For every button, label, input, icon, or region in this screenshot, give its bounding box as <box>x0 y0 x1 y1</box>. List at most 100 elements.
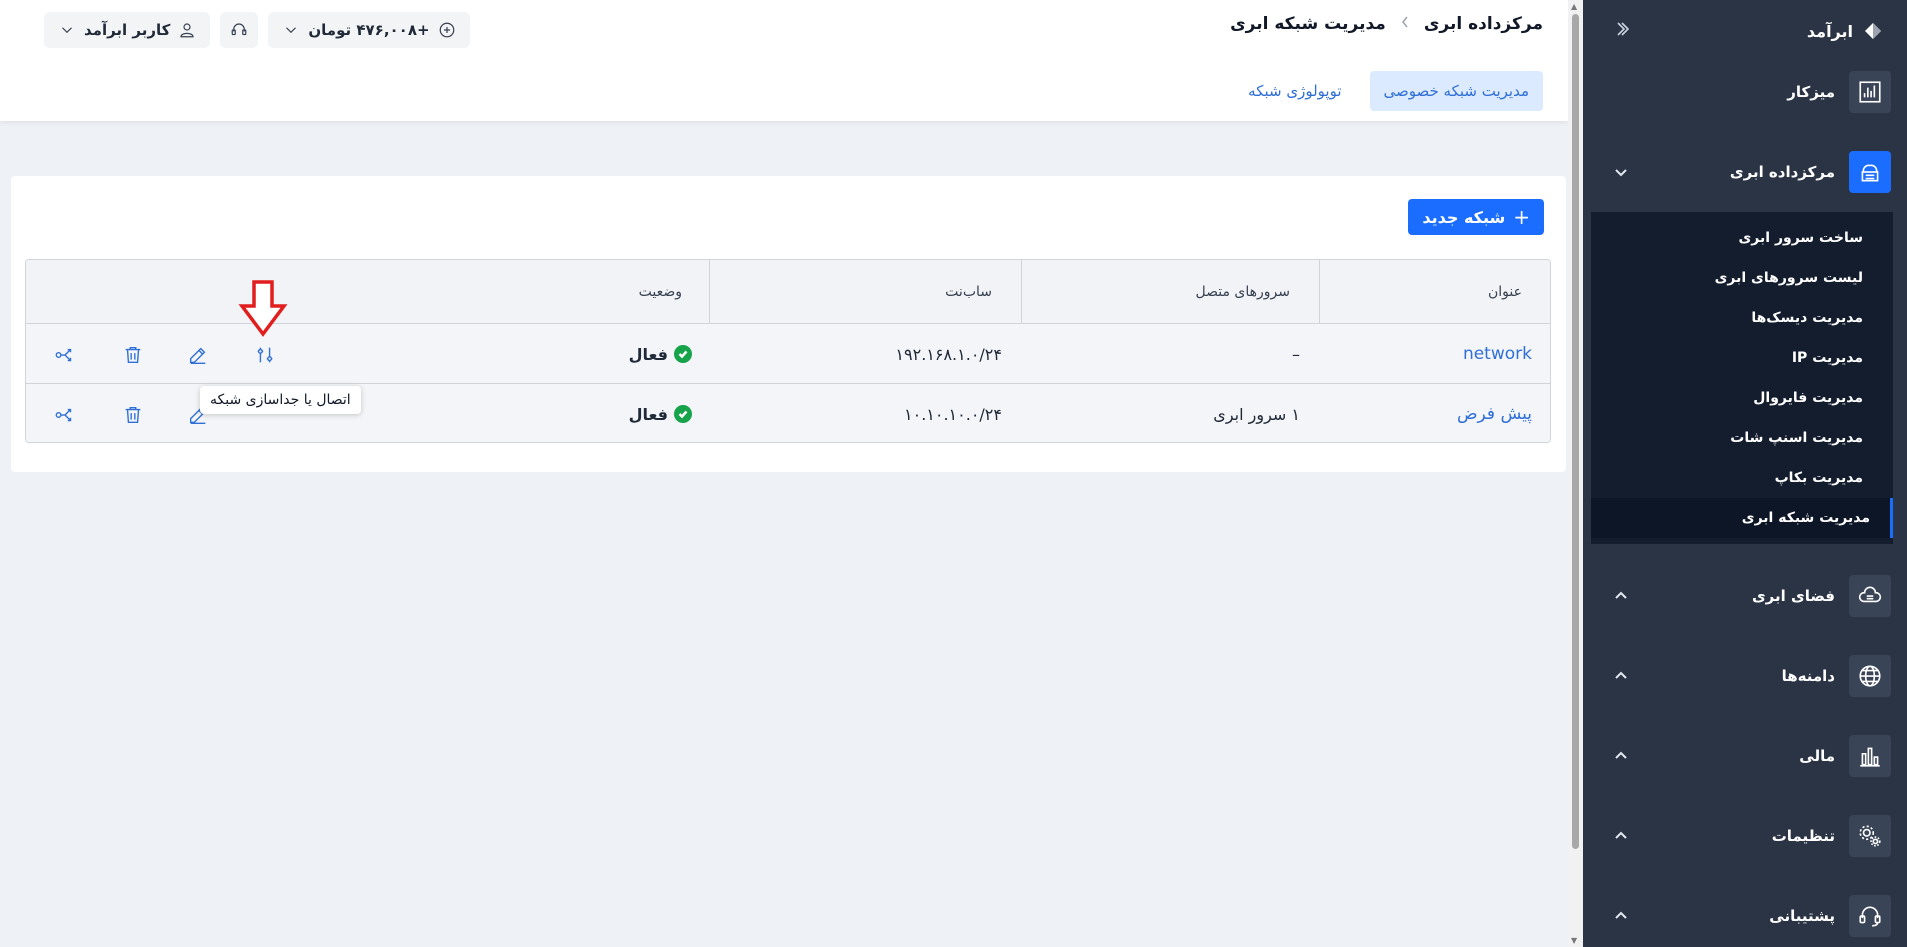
balance-label: +۴۷۶,۰۰۸ تومان <box>308 21 430 39</box>
top-tools: کاربر ابرآمد +۴۷۶,۰۰۸ تومان <box>44 12 470 48</box>
headset-icon <box>1849 895 1891 937</box>
logo-icon <box>1865 23 1881 39</box>
scroll-up-arrow-icon[interactable]: ▲ <box>1571 2 1577 11</box>
cloud-datacenter-submenu: ساخت سرور ابری لیست سرورهای ابری مدیریت … <box>1591 212 1893 544</box>
sidebar-header: ابرآمد <box>1583 0 1907 62</box>
submenu-disks[interactable]: مدیریت دیسک‌ها <box>1591 298 1893 338</box>
support-button[interactable] <box>220 12 259 48</box>
share-icon <box>55 408 72 422</box>
check-circle-icon <box>674 345 692 363</box>
sidebar-item-cloud-space[interactable]: فضای ابری <box>1583 566 1907 626</box>
chevron-up-icon[interactable] <box>1613 668 1629 684</box>
gears-icon <box>1849 815 1891 857</box>
subnet-value: ۱۰.۱۰.۱۰.۰/۲۴ <box>904 404 1002 424</box>
submenu-backup[interactable]: مدیریت بکاپ <box>1591 458 1893 498</box>
add-circle-icon <box>439 22 454 38</box>
column-subnet: ساب‌نت <box>945 284 992 300</box>
chevron-left-icon <box>1400 15 1410 33</box>
delete-button[interactable] <box>122 404 144 426</box>
sidebar-item-label: پشتیبانی <box>1769 907 1835 925</box>
sidebar-item-label: فضای ابری <box>1751 587 1835 605</box>
column-divider <box>709 260 710 324</box>
status-text: فعال <box>628 344 668 364</box>
connected-servers: – <box>1292 344 1300 364</box>
submenu-ip[interactable]: مدیریت IP <box>1591 338 1893 378</box>
breadcrumb-root[interactable]: مرکزداده ابری <box>1424 14 1543 34</box>
submenu-firewall[interactable]: مدیریت فایروال <box>1591 378 1893 418</box>
submenu-create-server[interactable]: ساخت سرور ابری <box>1591 218 1893 258</box>
sidebar-item-label: تنظیمات <box>1771 827 1835 845</box>
new-network-label: شبکه جدید <box>1422 207 1506 227</box>
bar-chart-icon <box>1849 735 1891 777</box>
sidebar-item-label: میزکار <box>1787 83 1835 101</box>
sidebar-item-support[interactable]: پشتیبانی <box>1583 886 1907 946</box>
top-bar: مرکزداده ابری مدیریت شبکه ابری کاربر ابر… <box>0 0 1568 121</box>
collapse-sidebar-icon[interactable] <box>1613 19 1631 43</box>
status-badge: فعال <box>628 384 692 442</box>
sidebar-item-label: دامنه‌ها <box>1781 667 1835 685</box>
check-circle-icon <box>674 405 692 423</box>
sidebar-item-label: مرکزداده ابری <box>1729 163 1835 181</box>
delete-button[interactable] <box>122 344 144 366</box>
share-network-button[interactable] <box>54 404 76 426</box>
column-status: وضعیت <box>638 284 682 300</box>
sidebar-item-settings[interactable]: تنظیمات <box>1583 806 1907 866</box>
main-content: مرکزداده ابری مدیریت شبکه ابری کاربر ابر… <box>0 0 1568 947</box>
cloud-storage-icon <box>1849 575 1891 617</box>
status-badge: فعال <box>629 324 692 384</box>
share-network-button[interactable] <box>54 344 76 366</box>
sidebar-item-domains[interactable]: دامنه‌ها <box>1583 646 1907 706</box>
chevron-up-icon[interactable] <box>1613 828 1629 844</box>
sidebar-item-finance[interactable]: مالی <box>1583 726 1907 786</box>
tab-bar: مدیریت شبکه خصوصی توپولوژی شبکه <box>1234 71 1543 111</box>
cloud-datacenter-icon <box>1849 151 1891 193</box>
balance-button[interactable]: +۴۷۶,۰۰۸ تومان <box>268 12 470 48</box>
tooltip: اتصال یا جداسازی شبکه <box>200 386 361 414</box>
sidebar: ابرآمد میزکار مرکزداده ابری ساخت سرور اب… <box>1583 0 1907 947</box>
trash-icon <box>125 346 141 364</box>
chevron-down-icon <box>62 27 72 34</box>
chevron-down-icon <box>286 27 297 34</box>
column-divider <box>1021 260 1022 324</box>
scroll-thumb[interactable] <box>1572 14 1579 849</box>
status-text: فعال <box>628 404 668 424</box>
sidebar-item-cloud-datacenter[interactable]: مرکزداده ابری <box>1583 142 1907 202</box>
page-scrollbar[interactable]: ▲ ▼ <box>1568 0 1583 947</box>
chevron-up-icon[interactable] <box>1613 908 1629 924</box>
subnet-value: ۱۹۲.۱۶۸.۱.۰/۲۴ <box>895 344 1002 364</box>
share-icon <box>55 348 72 362</box>
breadcrumb: مرکزداده ابری مدیریت شبکه ابری <box>1230 14 1543 34</box>
submenu-snapshot[interactable]: مدیریت اسنپ شات <box>1591 418 1893 458</box>
red-arrow-annotation-icon <box>238 280 288 337</box>
network-title-link[interactable]: network <box>1463 324 1532 384</box>
globe-icon <box>1849 655 1891 697</box>
scroll-down-arrow-icon[interactable]: ▼ <box>1571 936 1577 945</box>
chart-icon <box>1849 71 1891 113</box>
plus-icon: + <box>1513 205 1530 229</box>
column-servers: سرورهای متصل <box>1195 284 1291 300</box>
chevron-down-icon[interactable] <box>1613 164 1629 180</box>
user-icon <box>180 23 194 38</box>
tab-private-network[interactable]: مدیریت شبکه خصوصی <box>1369 71 1543 111</box>
network-title-link[interactable]: پیش فرض <box>1457 384 1532 442</box>
submenu-cloud-network[interactable]: مدیریت شبکه ابری <box>1591 498 1893 538</box>
chevron-up-icon[interactable] <box>1613 588 1629 604</box>
column-divider <box>1319 260 1320 324</box>
tab-network-topology[interactable]: توپولوژی شبکه <box>1234 71 1355 111</box>
breadcrumb-current: مدیریت شبکه ابری <box>1230 14 1386 34</box>
new-network-button[interactable]: + شبکه جدید <box>1408 199 1544 235</box>
column-title: عنوان <box>1488 284 1522 300</box>
brand-name: ابرآمد <box>1806 21 1853 41</box>
brand[interactable]: ابرآمد <box>1807 19 1885 43</box>
sidebar-item-label: مالی <box>1799 747 1835 765</box>
submenu-server-list[interactable]: لیست سرورهای ابری <box>1591 258 1893 298</box>
connect-disconnect-button[interactable] <box>254 344 276 366</box>
pencil-icon <box>189 347 206 364</box>
trash-icon <box>125 406 141 424</box>
sidebar-item-dashboard[interactable]: میزکار <box>1583 62 1907 122</box>
edit-button[interactable] <box>187 344 209 366</box>
link-toggle-icon <box>257 347 273 363</box>
connected-servers: ۱ سرور ابری <box>1213 404 1300 424</box>
chevron-up-icon[interactable] <box>1613 748 1629 764</box>
user-menu-button[interactable]: کاربر ابرآمد <box>44 12 211 48</box>
